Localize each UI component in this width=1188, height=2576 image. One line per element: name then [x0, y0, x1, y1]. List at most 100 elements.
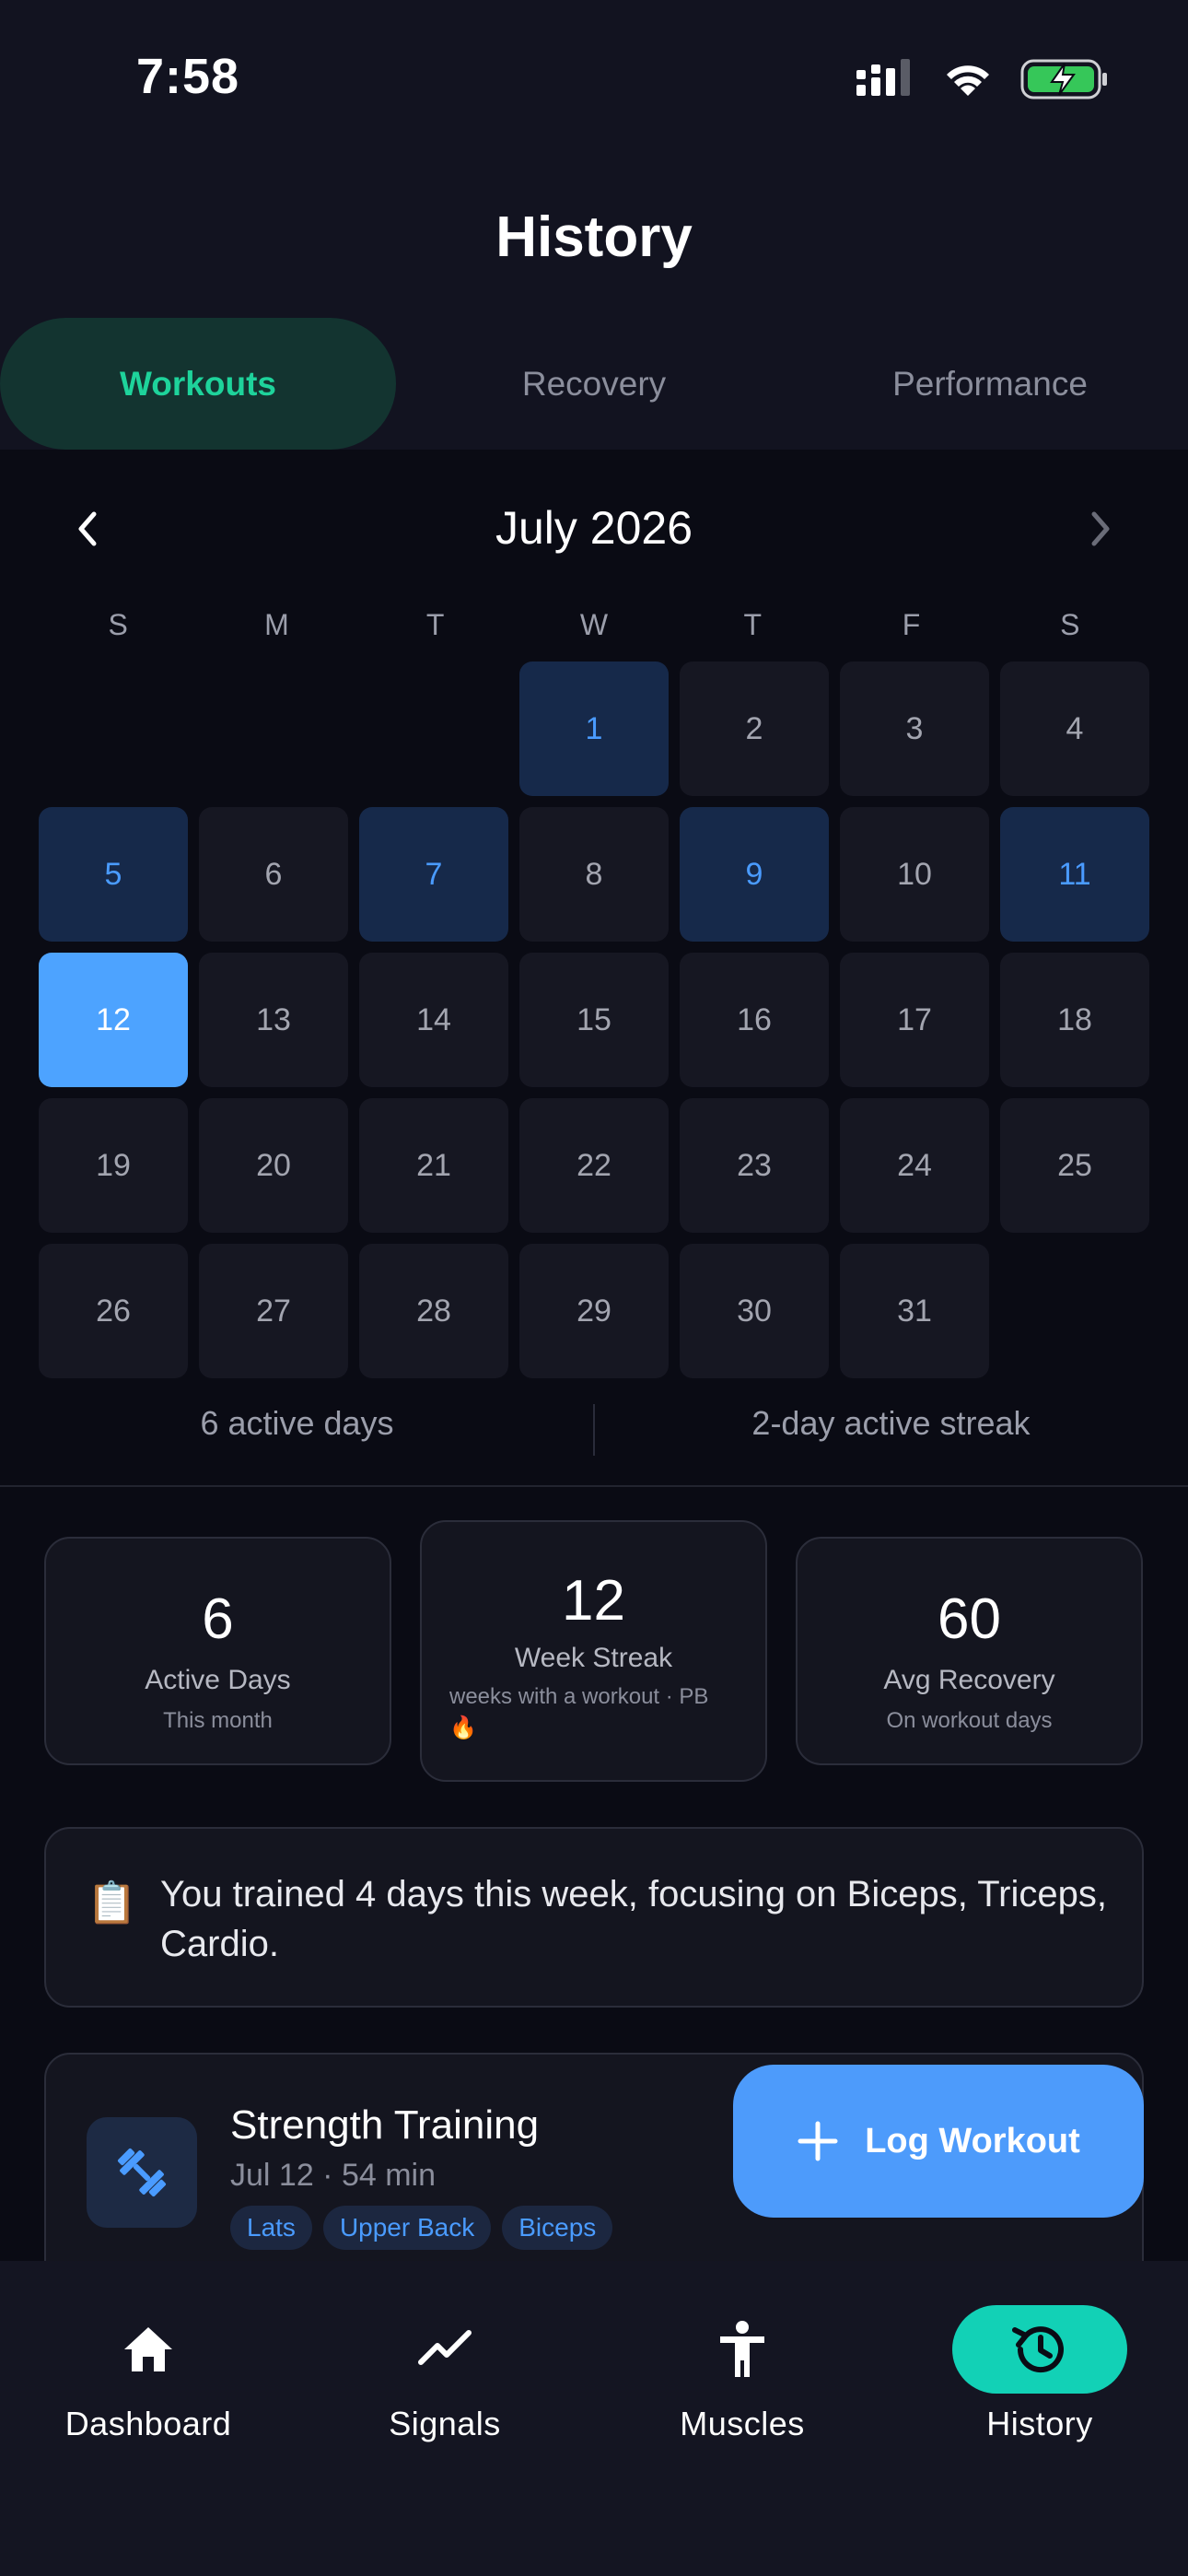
calendar-day[interactable]: 18 — [1000, 953, 1149, 1087]
weekday-label: S — [108, 608, 128, 641]
stat-sub: This month — [163, 1708, 273, 1733]
stat-card-active-days: 6 Active Days This month — [44, 1537, 391, 1765]
stat-card-avg-recovery: 60 Avg Recovery On workout days — [796, 1537, 1143, 1765]
tab-bar: Workouts Recovery Performance — [0, 318, 1188, 450]
calendar-day[interactable]: 11 — [1000, 807, 1149, 942]
muscle-tag: Biceps — [502, 2206, 613, 2250]
wifi-icon — [947, 65, 989, 96]
calendar-day[interactable]: 21 — [359, 1098, 508, 1233]
nav-item-history[interactable]: History — [891, 2305, 1188, 2443]
nav-item-signals[interactable]: Signals — [297, 2305, 593, 2443]
calendar-blank-cell — [359, 662, 508, 796]
stat-value: 60 — [938, 1587, 1001, 1651]
workout-type-icon-box — [87, 2117, 197, 2228]
stat-label: Active Days — [145, 1665, 291, 1695]
calendar-day[interactable]: 26 — [39, 1244, 188, 1378]
stat-label: Avg Recovery — [883, 1665, 1055, 1695]
calendar-day[interactable]: 28 — [359, 1244, 508, 1378]
active-streak-summary: 2-day active streak — [751, 1404, 1031, 1442]
home-icon — [124, 2327, 172, 2371]
calendar-grid: 1 2 3 4 5 6 7 8 9 10 11 12 13 14 15 16 17 18 19 20 21 22 23 24 2… — [39, 662, 1149, 1378]
nav-label: Signals — [389, 2405, 501, 2442]
muscle-tag: Upper Back — [322, 2206, 492, 2250]
calendar-day-today[interactable]: 12 — [39, 953, 188, 1087]
calendar-day[interactable]: 14 — [359, 953, 508, 1087]
calendar-day[interactable]: 10 — [840, 807, 989, 942]
weekly-insight-card: 📋 You trained 4 days this week, focusing… — [44, 1827, 1144, 2008]
weekday-label: S — [1060, 608, 1080, 641]
calendar-day[interactable]: 8 — [519, 807, 669, 942]
stat-card-week-streak: 12 Week Streak weeks with a workout · PB… — [420, 1520, 767, 1782]
nav-item-muscles[interactable]: Muscles — [594, 2305, 891, 2443]
trend-icon — [418, 2330, 472, 2365]
stat-value: 6 — [202, 1587, 234, 1651]
person-icon — [720, 2321, 764, 2377]
calendar-month-label: July 2026 — [495, 502, 693, 554]
weekday-header: S M T W T F S — [39, 608, 1149, 642]
log-workout-button[interactable]: Log Workout — [733, 2065, 1144, 2218]
status-time: 7:58 — [136, 49, 240, 104]
stat-sub: weeks with a workout · PB 🔥 — [449, 1684, 709, 1740]
chevron-right-icon[interactable] — [1076, 505, 1124, 553]
calendar-day[interactable]: 4 — [1000, 662, 1149, 796]
calendar-day[interactable]: 19 — [39, 1098, 188, 1233]
stat-sub: On workout days — [886, 1708, 1053, 1733]
stat-label: Week Streak — [514, 1643, 673, 1673]
dumbbell-icon — [117, 2148, 167, 2197]
calendar-day[interactable]: 23 — [680, 1098, 829, 1233]
calendar-day[interactable]: 22 — [519, 1098, 669, 1233]
calendar-day[interactable]: 16 — [680, 953, 829, 1087]
weekday-label: W — [579, 608, 609, 641]
weekday-label: F — [902, 608, 921, 641]
status-icons — [856, 57, 1109, 101]
battery-charging-icon — [1020, 59, 1107, 100]
weekday-label: T — [425, 608, 445, 641]
cellular-signal-icon — [856, 59, 910, 96]
bottom-nav: Dashboard Signals Muscles History — [0, 2261, 1188, 2576]
stat-value: 12 — [562, 1569, 625, 1633]
section-divider — [0, 1485, 1188, 1487]
calendar-day[interactable]: 2 — [680, 662, 829, 796]
nav-label: History — [986, 2405, 1093, 2442]
muscle-tags: Lats Upper Back Biceps — [230, 2206, 613, 2250]
page-title: History — [495, 205, 693, 269]
calendar-day[interactable]: 30 — [680, 1244, 829, 1378]
insight-text: You trained 4 days this week, focusing o… — [160, 1874, 1107, 1964]
workout-title: Strength Training — [230, 2102, 540, 2148]
calendar-day[interactable]: 9 — [680, 807, 829, 942]
tab-workouts[interactable]: Workouts — [0, 318, 396, 450]
calendar: July 2026 S M T W T F S 1 2 3 4 5 6 7 8 9 10 11 12 1… — [0, 450, 1188, 1487]
calendar-day[interactable]: 3 — [840, 662, 989, 796]
history-icon — [1012, 2326, 1064, 2373]
active-days-summary: 6 active days — [200, 1404, 394, 1442]
plus-icon — [798, 2121, 838, 2161]
calendar-day[interactable]: 27 — [199, 1244, 348, 1378]
calendar-day[interactable]: 6 — [199, 807, 348, 942]
calendar-day[interactable]: 20 — [199, 1098, 348, 1233]
nav-active-indicator — [952, 2305, 1127, 2394]
calendar-blank-cell — [39, 662, 188, 796]
calendar-day[interactable]: 17 — [840, 953, 989, 1087]
log-workout-label: Log Workout — [865, 2121, 1080, 2160]
clipboard-icon: 📋 — [87, 1880, 137, 1926]
calendar-day[interactable]: 29 — [519, 1244, 669, 1378]
workout-meta: Jul 12 · 54 min — [230, 2158, 436, 2193]
summary-divider — [593, 1404, 595, 1456]
nav-label: Muscles — [680, 2405, 805, 2442]
header: 7:58 History Workouts Recovery Performan… — [0, 0, 1188, 450]
calendar-blank-cell — [199, 662, 348, 796]
calendar-day[interactable]: 24 — [840, 1098, 989, 1233]
weekday-label: M — [264, 608, 289, 641]
calendar-day[interactable]: 13 — [199, 953, 348, 1087]
calendar-day[interactable]: 5 — [39, 807, 188, 942]
calendar-day[interactable]: 1 — [519, 662, 669, 796]
calendar-day[interactable]: 7 — [359, 807, 508, 942]
weekday-label: T — [743, 608, 763, 641]
nav-item-dashboard[interactable]: Dashboard — [0, 2305, 297, 2443]
calendar-day[interactable]: 15 — [519, 953, 669, 1087]
tab-performance[interactable]: Performance — [792, 318, 1188, 450]
calendar-day[interactable]: 25 — [1000, 1098, 1149, 1233]
tab-recovery[interactable]: Recovery — [396, 318, 792, 450]
nav-label: Dashboard — [64, 2405, 232, 2442]
calendar-day[interactable]: 31 — [840, 1244, 989, 1378]
